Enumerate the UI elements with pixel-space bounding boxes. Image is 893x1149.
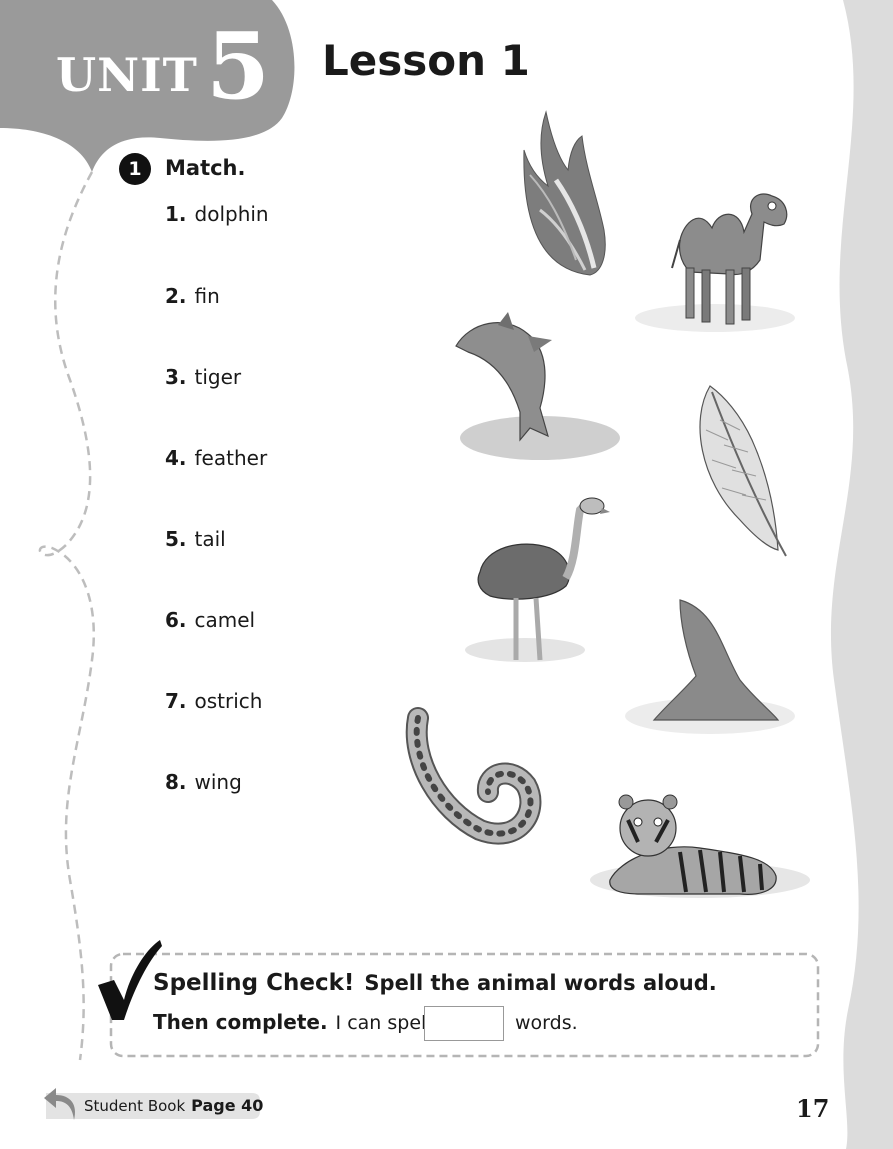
spelling-check-line-1: Spelling Check! Spell the animal words al… <box>153 970 717 996</box>
item-number: 8. <box>165 770 187 794</box>
tail-illustration <box>405 707 542 845</box>
item-word: wing <box>194 770 242 794</box>
fin-illustration <box>625 599 795 734</box>
wing-illustration <box>523 110 606 276</box>
student-book-label: Student Book <box>84 1097 186 1115</box>
item-word: dolphin <box>194 202 269 226</box>
unit-label: UNIT <box>56 48 198 102</box>
match-item[interactable]: 1. dolphin <box>165 202 269 226</box>
lesson-title: Lesson 1 <box>322 36 530 85</box>
item-word: ostrich <box>194 689 263 713</box>
match-item[interactable]: 4. feather <box>165 446 267 470</box>
tiger-illustration <box>590 794 810 898</box>
match-item[interactable]: 2. fin <box>165 284 220 308</box>
dolphin-illustration <box>455 312 620 460</box>
left-dashed-path <box>38 171 96 1061</box>
camel-illustration <box>635 193 795 332</box>
feather-illustration <box>699 385 787 557</box>
exercise-number-badge: 1 <box>119 153 151 185</box>
item-word: tail <box>194 527 226 551</box>
exercise-instruction: Match. <box>165 156 246 180</box>
item-number: 7. <box>165 689 187 713</box>
item-number: 5. <box>165 527 187 551</box>
words-label: words. <box>515 1012 578 1034</box>
word-count-answer-box[interactable] <box>424 1006 504 1041</box>
i-can-spell-label: I can spell <box>335 1012 432 1034</box>
item-word: feather <box>194 446 268 470</box>
unit-number: 5 <box>206 12 271 120</box>
ostrich-illustration <box>465 497 610 662</box>
item-word: camel <box>194 608 256 632</box>
match-item[interactable]: 3. tiger <box>165 365 241 389</box>
spelling-check-title: Spelling Check! <box>153 970 355 996</box>
item-word: tiger <box>194 365 242 389</box>
page-number: 17 <box>796 1094 830 1123</box>
student-book-reference[interactable]: Student Book Page 40 <box>84 1096 263 1115</box>
item-number: 1. <box>165 202 187 226</box>
match-item[interactable]: 6. camel <box>165 608 255 632</box>
spelling-check-instruction: Spell the animal words aloud. <box>364 971 717 995</box>
match-item[interactable]: 7. ostrich <box>165 689 262 713</box>
page-reference: Page 40 <box>191 1096 264 1115</box>
item-word: fin <box>194 284 220 308</box>
match-item[interactable]: 5. tail <box>165 527 226 551</box>
item-number: 4. <box>165 446 187 470</box>
right-wavy-band <box>830 0 893 1149</box>
match-item[interactable]: 8. wing <box>165 770 242 794</box>
item-number: 2. <box>165 284 187 308</box>
item-number: 6. <box>165 608 187 632</box>
spelling-check-line-2: Then complete. I can spell <box>153 1010 432 1034</box>
then-complete-label: Then complete. <box>153 1010 328 1034</box>
item-number: 3. <box>165 365 187 389</box>
